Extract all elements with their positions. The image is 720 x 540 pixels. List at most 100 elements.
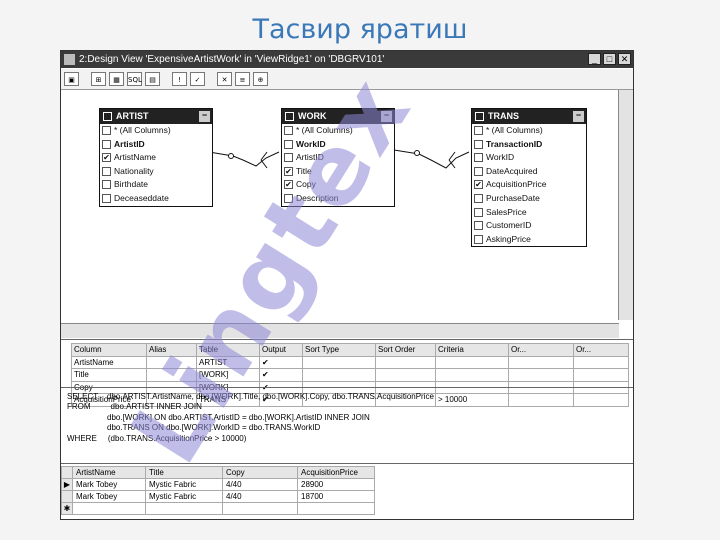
grid-cell[interactable] (435, 355, 509, 369)
table-column[interactable]: WorkID (472, 151, 586, 165)
table-work[interactable]: WORK − * (All Columns) WorkID ArtistID ✔ Tit… (281, 108, 395, 207)
grid-cell[interactable] (573, 368, 629, 382)
minimize-button[interactable]: _ (588, 53, 601, 65)
maximize-button[interactable]: □ (603, 53, 616, 65)
minimize-table-icon[interactable]: − (573, 111, 584, 122)
minimize-table-icon[interactable]: − (199, 111, 210, 122)
table-column[interactable]: Nationality (100, 165, 212, 179)
column-checkbox[interactable] (102, 126, 111, 135)
diagram-pane-icon[interactable]: ⊞ (91, 72, 106, 86)
column-checkbox[interactable] (474, 166, 483, 176)
column-checkbox[interactable] (102, 139, 111, 149)
grid-cell[interactable] (508, 368, 574, 382)
group-by-icon[interactable]: ≡ (235, 72, 250, 86)
table-column[interactable]: CustomerID (472, 219, 586, 233)
table-column[interactable]: * (All Columns) (282, 124, 394, 138)
grid-column-header[interactable]: Or... (573, 343, 629, 357)
result-cell[interactable] (72, 502, 146, 515)
grid-column-header[interactable]: Table (196, 343, 260, 357)
grid-column-header[interactable]: Column (71, 343, 147, 357)
table-column[interactable]: ✔ ArtistName (100, 151, 212, 165)
sql-pane[interactable]: SELECT dbo.ARTIST.ArtistName, dbo.[WORK]… (61, 387, 633, 455)
column-checkbox[interactable] (474, 153, 483, 163)
grid-cell[interactable] (146, 355, 197, 369)
grid-column-header[interactable]: Output (259, 343, 303, 357)
grid-cell[interactable]: ArtistName (71, 355, 147, 369)
result-cell[interactable] (145, 502, 223, 515)
run-icon[interactable]: ! (172, 72, 187, 86)
column-checkbox[interactable] (474, 221, 483, 231)
verify-icon[interactable]: ✓ (190, 72, 205, 86)
grid-cell[interactable] (375, 368, 436, 382)
grid-column-header[interactable]: Criteria (435, 343, 509, 357)
column-checkbox[interactable]: ✔ (284, 166, 293, 176)
table-column[interactable]: PurchaseDate (472, 192, 586, 206)
grid-column-header[interactable]: Or... (508, 343, 574, 357)
window-titlebar[interactable]: 2:Design View 'ExpensiveArtistWork' in '… (61, 51, 633, 68)
grid-cell[interactable] (146, 368, 197, 382)
result-cell[interactable]: 18700 (297, 490, 375, 503)
result-column-header[interactable]: Title (145, 466, 223, 479)
result-row[interactable]: ▶ Mark Tobey Mystic Fabric 4/40 28900 (61, 478, 375, 491)
join-line-work-trans[interactable] (393, 149, 470, 169)
table-artist-header[interactable]: ARTIST − (100, 109, 212, 124)
grid-cell[interactable]: ✔ (259, 355, 303, 369)
table-column[interactable]: ArtistID (282, 151, 394, 165)
table-column[interactable]: * (All Columns) (472, 124, 586, 138)
table-column[interactable]: Deceaseddate (100, 192, 212, 206)
grid-cell[interactable]: Title (71, 368, 147, 382)
column-checkbox[interactable] (102, 166, 111, 176)
table-work-header[interactable]: WORK − (282, 109, 394, 124)
result-cell[interactable] (297, 502, 375, 515)
table-column[interactable]: ArtistID (100, 138, 212, 152)
table-column[interactable]: ✔ Title (282, 165, 394, 179)
column-checkbox[interactable] (284, 126, 293, 135)
table-trans[interactable]: TRANS − * (All Columns) TransactionID Work… (471, 108, 587, 248)
column-checkbox[interactable] (284, 153, 293, 163)
grid-row[interactable]: ArtistName ARTIST ✔ (71, 355, 629, 369)
diagram-vertical-scrollbar[interactable] (618, 90, 633, 320)
result-cell[interactable]: Mark Tobey (72, 478, 146, 491)
close-button[interactable]: ✕ (618, 53, 631, 65)
result-row[interactable]: Mark Tobey Mystic Fabric 4/40 18700 (61, 490, 375, 503)
result-column-header[interactable]: AcquisitionPrice (297, 466, 375, 479)
result-cell[interactable]: Mystic Fabric (145, 478, 223, 491)
result-column-header[interactable]: Copy (222, 466, 298, 479)
row-selector[interactable] (61, 490, 73, 503)
row-selector[interactable]: ▶ (61, 478, 73, 491)
diagram-horizontal-scrollbar[interactable] (61, 323, 619, 338)
column-checkbox[interactable] (474, 234, 483, 244)
column-checkbox[interactable]: ✔ (284, 180, 293, 190)
grid-column-header[interactable]: Sort Type (302, 343, 376, 357)
row-selector[interactable]: ✱ (61, 502, 73, 515)
remove-filter-icon[interactable]: ✕ (217, 72, 232, 86)
column-checkbox[interactable] (474, 193, 483, 203)
result-cell[interactable]: 4/40 (222, 490, 298, 503)
minimize-table-icon[interactable]: − (381, 111, 392, 122)
table-column[interactable]: Description (282, 192, 394, 206)
column-checkbox[interactable] (474, 126, 483, 135)
grid-column-header[interactable]: Sort Order (375, 343, 436, 357)
column-checkbox[interactable] (102, 180, 111, 190)
result-cell[interactable]: Mystic Fabric (145, 490, 223, 503)
result-column-header[interactable]: ArtistName (72, 466, 146, 479)
column-checkbox[interactable] (474, 207, 483, 217)
grid-cell[interactable] (302, 368, 376, 382)
grid-cell[interactable]: ✔ (259, 368, 303, 382)
result-cell[interactable]: Mark Tobey (72, 490, 146, 503)
grid-cell[interactable] (435, 368, 509, 382)
table-column[interactable]: ✔ Copy (282, 178, 394, 192)
table-column[interactable]: WorkID (282, 138, 394, 152)
grid-cell[interactable] (302, 355, 376, 369)
result-cell[interactable]: 4/40 (222, 478, 298, 491)
grid-cell[interactable] (508, 355, 574, 369)
table-column[interactable]: SalesPrice (472, 206, 586, 220)
join-line-artist-work[interactable] (208, 151, 280, 167)
save-icon[interactable]: ▣ (64, 72, 79, 86)
grid-pane-icon[interactable]: ▦ (109, 72, 124, 86)
grid-row[interactable]: Title [WORK] ✔ (71, 368, 629, 382)
add-table-icon[interactable]: ⊕ (253, 72, 268, 86)
table-column[interactable]: AskingPrice (472, 233, 586, 247)
grid-column-header[interactable]: Alias (146, 343, 197, 357)
result-cell[interactable] (222, 502, 298, 515)
